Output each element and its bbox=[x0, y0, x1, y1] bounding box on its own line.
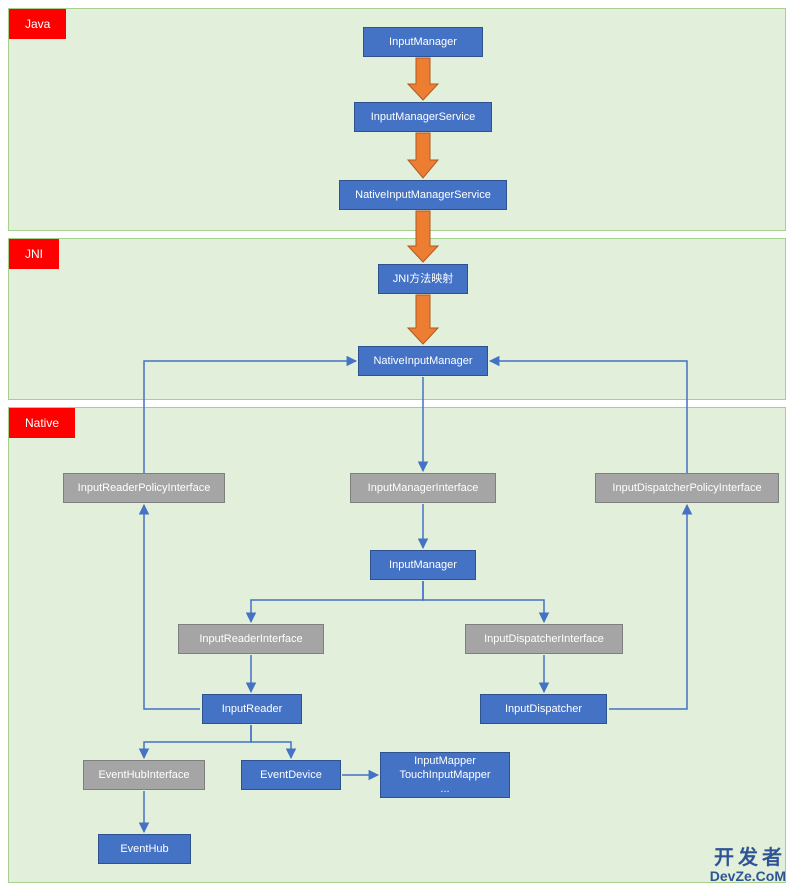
box-input-manager-interface: InputManagerInterface bbox=[350, 473, 496, 503]
section-label-native: Native bbox=[9, 408, 75, 438]
box-input-dispatcher: InputDispatcher bbox=[480, 694, 607, 724]
box-input-reader-interface: InputReaderInterface bbox=[178, 624, 324, 654]
section-label-java: Java bbox=[9, 9, 66, 39]
watermark-en: DevZe.CoM bbox=[710, 869, 786, 884]
input-mapper-text: InputMapper TouchInputMapper ... bbox=[399, 754, 490, 797]
watermark-cn: 开发者 bbox=[710, 847, 786, 869]
watermark: 开发者 DevZe.CoM bbox=[710, 847, 786, 884]
box-event-hub-interface: EventHubInterface bbox=[83, 760, 205, 790]
box-native-input-manager: NativeInputManager bbox=[358, 346, 488, 376]
box-event-device: EventDevice bbox=[241, 760, 341, 790]
box-input-reader-policy-interface: InputReaderPolicyInterface bbox=[63, 473, 225, 503]
box-jni-method-map: JNI方法映射 bbox=[378, 264, 468, 294]
box-input-dispatcher-interface: InputDispatcherInterface bbox=[465, 624, 623, 654]
box-input-dispatcher-policy-interface: InputDispatcherPolicyInterface bbox=[595, 473, 779, 503]
box-input-manager-top: InputManager bbox=[363, 27, 483, 57]
box-input-mapper: InputMapper TouchInputMapper ... bbox=[380, 752, 510, 798]
box-native-input-manager-service: NativeInputManagerService bbox=[339, 180, 507, 210]
box-input-manager-service: InputManagerService bbox=[354, 102, 492, 132]
box-event-hub: EventHub bbox=[98, 834, 191, 864]
section-label-jni: JNI bbox=[9, 239, 59, 269]
box-input-reader: InputReader bbox=[202, 694, 302, 724]
box-input-manager: InputManager bbox=[370, 550, 476, 580]
